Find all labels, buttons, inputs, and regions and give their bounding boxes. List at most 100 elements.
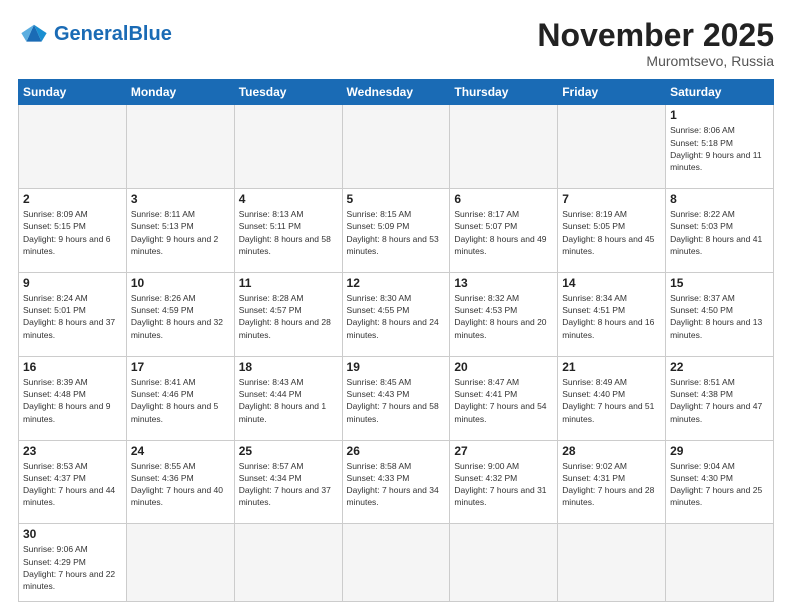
day-num: 22 — [670, 360, 769, 374]
day-info: Sunrise: 8:34 AMSunset: 4:51 PMDaylight:… — [562, 292, 661, 341]
day-num: 21 — [562, 360, 661, 374]
day-info: Sunrise: 8:55 AMSunset: 4:36 PMDaylight:… — [131, 460, 230, 509]
day-cell-22: 22 Sunrise: 8:51 AMSunset: 4:38 PMDaylig… — [666, 356, 774, 440]
day-info: Sunrise: 9:04 AMSunset: 4:30 PMDaylight:… — [670, 460, 769, 509]
day-cell-1: 1 Sunrise: 8:06 AMSunset: 5:18 PMDayligh… — [666, 105, 774, 189]
day-num: 17 — [131, 360, 230, 374]
day-cell-7: 7 Sunrise: 8:19 AMSunset: 5:05 PMDayligh… — [558, 189, 666, 273]
day-cell-12: 12 Sunrise: 8:30 AMSunset: 4:55 PMDaylig… — [342, 272, 450, 356]
day-cell-9: 9 Sunrise: 8:24 AMSunset: 5:01 PMDayligh… — [19, 272, 127, 356]
day-info: Sunrise: 8:24 AMSunset: 5:01 PMDaylight:… — [23, 292, 122, 341]
day-info: Sunrise: 8:49 AMSunset: 4:40 PMDaylight:… — [562, 376, 661, 425]
col-sunday: Sunday — [19, 80, 127, 105]
day-cell-empty — [342, 105, 450, 189]
col-thursday: Thursday — [450, 80, 558, 105]
day-cell-25: 25 Sunrise: 8:57 AMSunset: 4:34 PMDaylig… — [234, 440, 342, 524]
day-cell-empty — [234, 105, 342, 189]
day-info: Sunrise: 8:13 AMSunset: 5:11 PMDaylight:… — [239, 208, 338, 257]
day-num: 16 — [23, 360, 122, 374]
day-info: Sunrise: 8:15 AMSunset: 5:09 PMDaylight:… — [347, 208, 446, 257]
day-cell-27: 27 Sunrise: 9:00 AMSunset: 4:32 PMDaylig… — [450, 440, 558, 524]
day-cell-24: 24 Sunrise: 8:55 AMSunset: 4:36 PMDaylig… — [126, 440, 234, 524]
day-info: Sunrise: 8:26 AMSunset: 4:59 PMDaylight:… — [131, 292, 230, 341]
day-info: Sunrise: 8:37 AMSunset: 4:50 PMDaylight:… — [670, 292, 769, 341]
day-num: 15 — [670, 276, 769, 290]
day-cell-4: 4 Sunrise: 8:13 AMSunset: 5:11 PMDayligh… — [234, 189, 342, 273]
day-num: 13 — [454, 276, 553, 290]
day-num: 23 — [23, 444, 122, 458]
day-num: 25 — [239, 444, 338, 458]
day-info: Sunrise: 8:45 AMSunset: 4:43 PMDaylight:… — [347, 376, 446, 425]
day-cell-empty — [450, 105, 558, 189]
day-cell-3: 3 Sunrise: 8:11 AMSunset: 5:13 PMDayligh… — [126, 189, 234, 273]
day-cell-21: 21 Sunrise: 8:49 AMSunset: 4:40 PMDaylig… — [558, 356, 666, 440]
day-num: 27 — [454, 444, 553, 458]
col-tuesday: Tuesday — [234, 80, 342, 105]
day-info: Sunrise: 8:30 AMSunset: 4:55 PMDaylight:… — [347, 292, 446, 341]
day-cell-empty — [666, 524, 774, 602]
col-friday: Friday — [558, 80, 666, 105]
day-cell-20: 20 Sunrise: 8:47 AMSunset: 4:41 PMDaylig… — [450, 356, 558, 440]
day-cell-18: 18 Sunrise: 8:43 AMSunset: 4:44 PMDaylig… — [234, 356, 342, 440]
day-num: 6 — [454, 192, 553, 206]
logo-blue-text: Blue — [128, 23, 171, 45]
day-num: 14 — [562, 276, 661, 290]
day-num: 5 — [347, 192, 446, 206]
day-cell-empty — [558, 105, 666, 189]
day-info: Sunrise: 8:57 AMSunset: 4:34 PMDaylight:… — [239, 460, 338, 509]
day-info: Sunrise: 8:43 AMSunset: 4:44 PMDaylight:… — [239, 376, 338, 425]
week-row-2: 2 Sunrise: 8:09 AMSunset: 5:15 PMDayligh… — [19, 189, 774, 273]
day-cell-empty — [19, 105, 127, 189]
day-info: Sunrise: 8:19 AMSunset: 5:05 PMDaylight:… — [562, 208, 661, 257]
day-info: Sunrise: 8:11 AMSunset: 5:13 PMDaylight:… — [131, 208, 230, 257]
day-info: Sunrise: 8:39 AMSunset: 4:48 PMDaylight:… — [23, 376, 122, 425]
week-row-5: 23 Sunrise: 8:53 AMSunset: 4:37 PMDaylig… — [19, 440, 774, 524]
day-num: 7 — [562, 192, 661, 206]
day-info: Sunrise: 8:32 AMSunset: 4:53 PMDaylight:… — [454, 292, 553, 341]
day-cell-26: 26 Sunrise: 8:58 AMSunset: 4:33 PMDaylig… — [342, 440, 450, 524]
day-num: 26 — [347, 444, 446, 458]
day-cell-empty — [234, 524, 342, 602]
day-info: Sunrise: 8:09 AMSunset: 5:15 PMDaylight:… — [23, 208, 122, 257]
day-cell-empty — [126, 524, 234, 602]
day-cell-23: 23 Sunrise: 8:53 AMSunset: 4:37 PMDaylig… — [19, 440, 127, 524]
day-cell-empty — [126, 105, 234, 189]
day-cell-empty — [558, 524, 666, 602]
day-num: 11 — [239, 276, 338, 290]
day-cell-10: 10 Sunrise: 8:26 AMSunset: 4:59 PMDaylig… — [126, 272, 234, 356]
title-block: November 2025 Muromtsevo, Russia — [537, 18, 774, 69]
day-info: Sunrise: 9:06 AMSunset: 4:29 PMDaylight:… — [23, 543, 122, 592]
day-cell-29: 29 Sunrise: 9:04 AMSunset: 4:30 PMDaylig… — [666, 440, 774, 524]
day-num: 19 — [347, 360, 446, 374]
day-cell-19: 19 Sunrise: 8:45 AMSunset: 4:43 PMDaylig… — [342, 356, 450, 440]
day-cell-28: 28 Sunrise: 9:02 AMSunset: 4:31 PMDaylig… — [558, 440, 666, 524]
day-cell-14: 14 Sunrise: 8:34 AMSunset: 4:51 PMDaylig… — [558, 272, 666, 356]
calendar: Sunday Monday Tuesday Wednesday Thursday… — [18, 79, 774, 602]
day-num: 10 — [131, 276, 230, 290]
day-cell-6: 6 Sunrise: 8:17 AMSunset: 5:07 PMDayligh… — [450, 189, 558, 273]
day-info: Sunrise: 9:00 AMSunset: 4:32 PMDaylight:… — [454, 460, 553, 509]
day-num: 9 — [23, 276, 122, 290]
week-row-1: 1 Sunrise: 8:06 AMSunset: 5:18 PMDayligh… — [19, 105, 774, 189]
day-num: 29 — [670, 444, 769, 458]
week-row-3: 9 Sunrise: 8:24 AMSunset: 5:01 PMDayligh… — [19, 272, 774, 356]
week-row-4: 16 Sunrise: 8:39 AMSunset: 4:48 PMDaylig… — [19, 356, 774, 440]
day-num: 24 — [131, 444, 230, 458]
col-wednesday: Wednesday — [342, 80, 450, 105]
day-num: 18 — [239, 360, 338, 374]
day-cell-17: 17 Sunrise: 8:41 AMSunset: 4:46 PMDaylig… — [126, 356, 234, 440]
day-cell-2: 2 Sunrise: 8:09 AMSunset: 5:15 PMDayligh… — [19, 189, 127, 273]
day-cell-empty — [450, 524, 558, 602]
day-num: 28 — [562, 444, 661, 458]
day-info: Sunrise: 8:06 AMSunset: 5:18 PMDaylight:… — [670, 124, 769, 173]
logo-text: GeneralBlue — [54, 24, 172, 44]
day-cell-30: 30 Sunrise: 9:06 AMSunset: 4:29 PMDaylig… — [19, 524, 127, 602]
day-cell-empty — [342, 524, 450, 602]
day-info: Sunrise: 8:22 AMSunset: 5:03 PMDaylight:… — [670, 208, 769, 257]
day-info: Sunrise: 9:02 AMSunset: 4:31 PMDaylight:… — [562, 460, 661, 509]
logo-icon — [18, 18, 50, 50]
day-num: 4 — [239, 192, 338, 206]
header: GeneralBlue November 2025 Muromtsevo, Ru… — [18, 18, 774, 69]
col-monday: Monday — [126, 80, 234, 105]
day-cell-11: 11 Sunrise: 8:28 AMSunset: 4:57 PMDaylig… — [234, 272, 342, 356]
